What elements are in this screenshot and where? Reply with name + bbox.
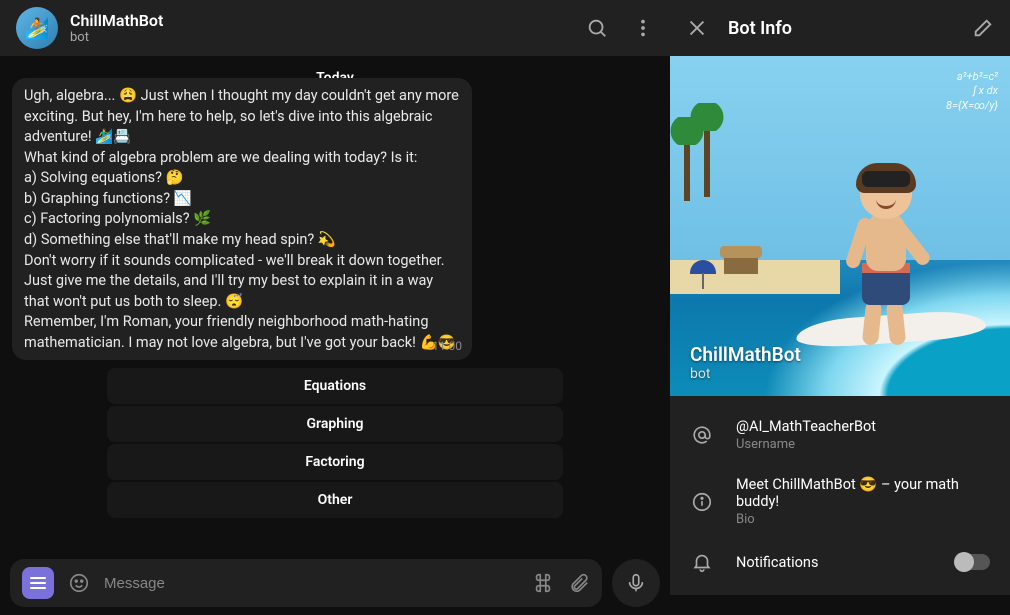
username-row[interactable]: @AI_MathTeacherBot Username [670,406,1010,464]
chat-header: 🏄 ChillMathBot bot [0,0,670,56]
profile-name: ChillMathBot [690,343,801,366]
message-input[interactable] [104,575,518,592]
quick-reply-equations[interactable]: Equations [107,368,563,404]
message-option: a) Solving equations? 🤔 [24,168,460,189]
bell-icon [690,551,714,573]
bio-row[interactable]: Meet ChillMathBot 😎 – your math buddy! B… [670,464,1010,539]
message-timestamp: 11:00 [432,338,462,355]
info-panel-title: Bot Info [728,18,952,39]
bio-value: Meet ChillMathBot 😎 – your math buddy! [736,476,990,510]
compose-box [10,559,602,607]
quick-reply-graphing[interactable]: Graphing [107,406,563,442]
notifications-label: Notifications [736,554,934,571]
message-line: Remember, I'm Roman, your friendly neigh… [24,312,460,353]
bot-avatar-small[interactable]: 🏄 [16,7,58,49]
edit-icon[interactable] [972,17,994,39]
notifications-row[interactable]: Notifications [670,539,1010,585]
command-icon[interactable] [532,572,554,594]
quick-reply-other[interactable]: Other [107,482,563,518]
math-formulas-decoration: a²+b²=c²∫ x dx8={X=∞/y} [946,70,998,113]
message-option: b) Graphing functions? 📉 [24,189,460,210]
emoji-icon[interactable] [68,572,90,594]
more-options-icon[interactable] [632,17,654,39]
at-icon [690,424,714,446]
bot-info-panel: Bot Info [670,0,1010,615]
info-header: Bot Info [670,0,1010,56]
attach-icon[interactable] [568,572,590,594]
messages-area[interactable]: Today Ugh, algebra... 😩 Just when I thou… [0,56,670,551]
message-line: What kind of algebra problem are we deal… [24,148,460,169]
bio-label: Bio [736,512,990,527]
bot-message-bubble: Ugh, algebra... 😩 Just when I thought my… [12,78,472,360]
header-titles[interactable]: ChillMathBot bot [70,11,586,45]
username-label: Username [736,437,990,452]
search-icon[interactable] [586,17,608,39]
username-value: @AI_MathTeacherBot [736,418,990,435]
info-icon [690,491,714,513]
profile-subtitle: bot [690,366,801,382]
chat-title: ChillMathBot [70,11,586,30]
message-option: c) Factoring polynomials? 🌿 [24,209,460,230]
close-icon[interactable] [686,17,708,39]
bot-menu-button[interactable] [22,567,54,599]
chat-subtitle: bot [70,30,586,45]
quick-reply-buttons: Equations Graphing Factoring Other [12,368,658,518]
message-line: Don't worry if it sounds complicated - w… [24,251,460,313]
bot-profile-picture[interactable]: a²+b²=c²∫ x dx8={X=∞/y} ChillMathBot bot [670,56,1010,396]
message-line: Ugh, algebra... 😩 Just when I thought my… [24,86,460,148]
message-option: d) Something else that'll make my head s… [24,230,460,251]
composer [0,551,670,615]
quick-reply-factoring[interactable]: Factoring [107,444,563,480]
notifications-toggle[interactable] [956,554,990,570]
info-list: @AI_MathTeacherBot Username Meet ChillMa… [670,396,1010,595]
chat-pane: 🏄 ChillMathBot bot Today Ugh, algebra...… [0,0,670,615]
voice-record-button[interactable] [612,559,660,607]
